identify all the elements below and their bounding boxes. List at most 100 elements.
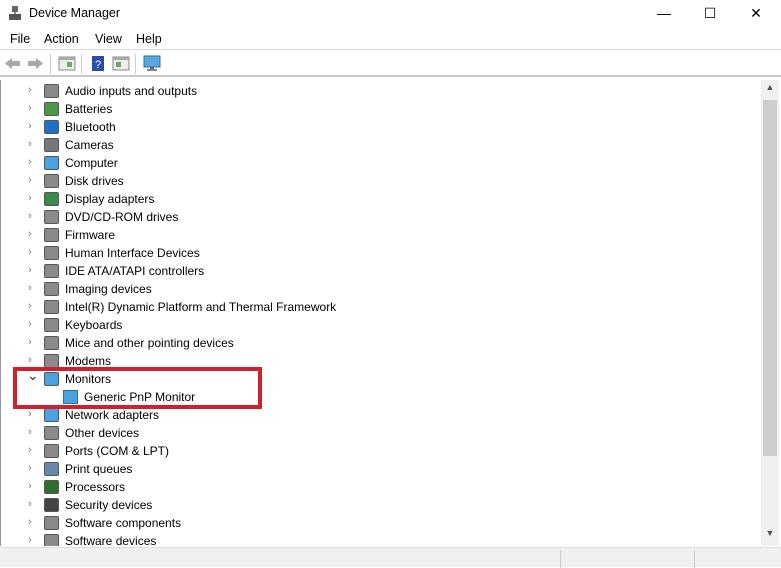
tree-item-keyboards[interactable]: › Keyboards xyxy=(1,316,741,334)
chevron-right-icon[interactable]: › xyxy=(28,120,38,134)
chevron-right-icon[interactable]: › xyxy=(28,426,38,440)
scroll-down-button[interactable]: ▼ xyxy=(761,528,779,544)
chevron-right-icon[interactable]: › xyxy=(28,534,38,546)
chevron-right-icon[interactable]: › xyxy=(28,246,38,260)
printer-icon xyxy=(44,462,59,476)
tree-item-security-devices[interactable]: › Security devices xyxy=(1,496,741,514)
chevron-right-icon[interactable]: › xyxy=(28,444,38,458)
dvd-icon xyxy=(44,210,59,224)
forward-icon[interactable] xyxy=(26,55,44,72)
tree-item-audio-inputs-and-outputs[interactable]: › Audio inputs and outputs xyxy=(1,82,741,100)
tree-item-software-devices[interactable]: › Software devices xyxy=(1,532,741,546)
chevron-right-icon[interactable]: › xyxy=(28,192,38,206)
tree-item-label: Intel(R) Dynamic Platform and Thermal Fr… xyxy=(65,300,337,314)
chevron-right-icon[interactable]: › xyxy=(28,138,38,152)
chevron-right-icon[interactable]: › xyxy=(28,480,38,494)
chevron-right-icon[interactable]: › xyxy=(28,318,38,332)
tree-item-cameras[interactable]: › Cameras xyxy=(1,136,741,154)
chevron-right-icon[interactable]: › xyxy=(28,282,38,296)
imaging-icon xyxy=(44,282,59,296)
svg-text:?: ? xyxy=(95,59,101,71)
chevron-right-icon[interactable]: › xyxy=(28,408,38,422)
tree-item-label: Cameras xyxy=(65,138,114,152)
tree-item-human-interface-devices[interactable]: › Human Interface Devices xyxy=(1,244,741,262)
tree-item-label: Processors xyxy=(65,480,126,494)
bluetooth-icon xyxy=(44,120,59,134)
toolbar: ? xyxy=(0,51,781,77)
menu-bar: File Action View Help xyxy=(0,28,781,50)
tree-item-firmware[interactable]: › Firmware xyxy=(1,226,741,244)
tree-item-label: Bluetooth xyxy=(65,120,116,134)
tree-item-dvd-cd-rom-drives[interactable]: › DVD/CD-ROM drives xyxy=(1,208,741,226)
tree-item-computer[interactable]: › Computer xyxy=(1,154,741,172)
display-adapter-icon xyxy=(44,192,59,206)
tree-item-label: Print queues xyxy=(65,462,133,476)
tree-item-disk-drives[interactable]: › Disk drives xyxy=(1,172,741,190)
chevron-right-icon[interactable]: › xyxy=(28,174,38,188)
tree-item-display-adapters[interactable]: › Display adapters xyxy=(1,190,741,208)
close-button[interactable]: ✕ xyxy=(733,0,779,26)
chevron-right-icon[interactable]: › xyxy=(28,516,38,530)
tree-item-ports-com-lpt[interactable]: › Ports (COM & LPT) xyxy=(1,442,741,460)
menu-help[interactable]: Help xyxy=(136,32,162,46)
chevron-right-icon[interactable]: › xyxy=(28,498,38,512)
tree-item-batteries[interactable]: › Batteries xyxy=(1,100,741,118)
show-hide-console-tree-icon[interactable] xyxy=(58,55,76,72)
action-pane-icon[interactable] xyxy=(112,55,130,72)
keyboard-icon xyxy=(44,318,59,332)
status-bar xyxy=(0,547,781,568)
scan-hardware-icon[interactable] xyxy=(143,55,161,72)
scroll-up-button[interactable]: ▲ xyxy=(761,82,779,98)
minimize-button[interactable]: — xyxy=(641,0,687,26)
back-icon[interactable] xyxy=(4,55,22,72)
tree-item-label: Display adapters xyxy=(65,192,155,206)
menu-file[interactable]: File xyxy=(10,32,30,46)
firmware-icon xyxy=(44,228,59,242)
chevron-right-icon[interactable]: › xyxy=(28,102,38,116)
chevron-right-icon[interactable]: › xyxy=(28,84,38,98)
help-icon[interactable]: ? xyxy=(89,55,107,72)
port-icon xyxy=(44,444,59,458)
tree-item-processors[interactable]: › Processors xyxy=(1,478,741,496)
tree-item-label: Modems xyxy=(65,354,112,368)
mouse-icon xyxy=(44,336,59,350)
chevron-right-icon[interactable]: › xyxy=(28,462,38,476)
device-tree[interactable]: › Audio inputs and outputs › Batteries › B… xyxy=(0,80,761,546)
chevron-right-icon[interactable]: › xyxy=(28,336,38,350)
tree-item-label: Mice and other pointing devices xyxy=(65,336,234,350)
title-bar: Device Manager — ☐ ✕ xyxy=(0,0,781,28)
chevron-right-icon[interactable]: › xyxy=(28,210,38,224)
tree-item-label: Batteries xyxy=(65,102,113,116)
tree-item-mice-and-other-pointing-devices[interactable]: › Mice and other pointing devices xyxy=(1,334,741,352)
computer-icon xyxy=(44,156,59,170)
software-device-icon xyxy=(44,534,59,546)
tree-item-bluetooth[interactable]: › Bluetooth xyxy=(1,118,741,136)
maximize-button[interactable]: ☐ xyxy=(687,0,733,26)
tree-item-label: Network adapters xyxy=(65,408,160,422)
menu-view[interactable]: View xyxy=(95,32,122,46)
chevron-right-icon[interactable]: › xyxy=(28,300,38,314)
tree-item-software-components[interactable]: › Software components xyxy=(1,514,741,532)
menu-action[interactable]: Action xyxy=(44,32,79,46)
scroll-thumb[interactable] xyxy=(763,100,777,456)
window-title: Device Manager xyxy=(29,6,121,20)
tree-item-label: Other devices xyxy=(65,426,140,440)
tree-item-label: Security devices xyxy=(65,498,153,512)
tree-item-print-queues[interactable]: › Print queues xyxy=(1,460,741,478)
tree-item-ide-ata-atapi-controllers[interactable]: › IDE ATA/ATAPI controllers xyxy=(1,262,741,280)
tree-item-intel-r-dynamic-platform-and-thermal-framework[interactable]: › Intel(R) Dynamic Platform and Thermal … xyxy=(1,298,741,316)
chevron-right-icon[interactable]: › xyxy=(28,354,38,368)
tree-item-other-devices[interactable]: › Other devices xyxy=(1,424,741,442)
hid-icon xyxy=(44,246,59,260)
tree-item-label: Computer xyxy=(65,156,118,170)
tree-item-imaging-devices[interactable]: › Imaging devices xyxy=(1,280,741,298)
chevron-right-icon[interactable]: › xyxy=(28,228,38,242)
chevron-right-icon[interactable]: › xyxy=(28,264,38,278)
tree-item-label: Ports (COM & LPT) xyxy=(65,444,170,458)
tree-item-label: Human Interface Devices xyxy=(65,246,200,260)
battery-icon xyxy=(44,102,59,116)
chevron-right-icon[interactable]: › xyxy=(28,156,38,170)
vertical-scrollbar[interactable]: ▲ ▼ xyxy=(761,80,779,546)
tree-item-label: Keyboards xyxy=(65,318,123,332)
chip-icon xyxy=(44,300,59,314)
